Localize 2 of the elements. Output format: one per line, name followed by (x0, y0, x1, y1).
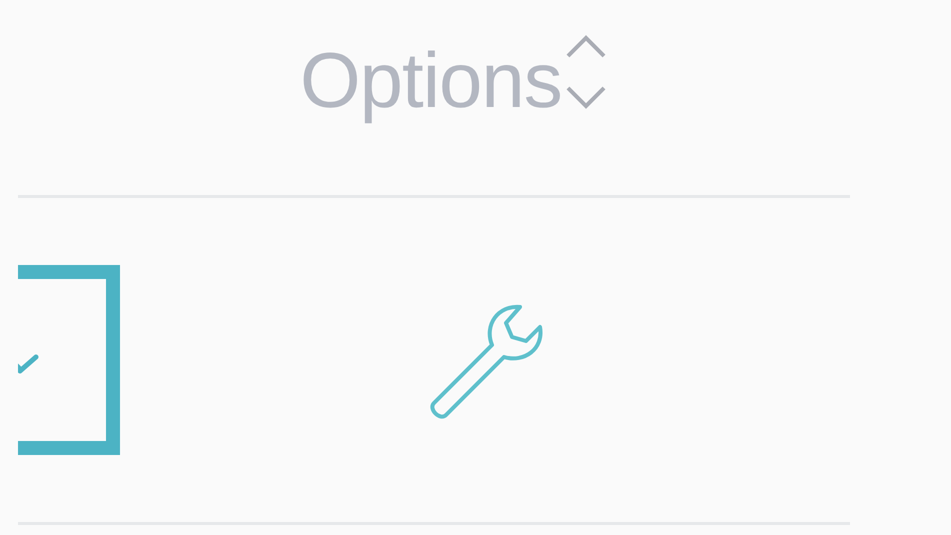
checkbox[interactable] (18, 265, 120, 455)
column-header[interactable]: Options (300, 34, 562, 128)
